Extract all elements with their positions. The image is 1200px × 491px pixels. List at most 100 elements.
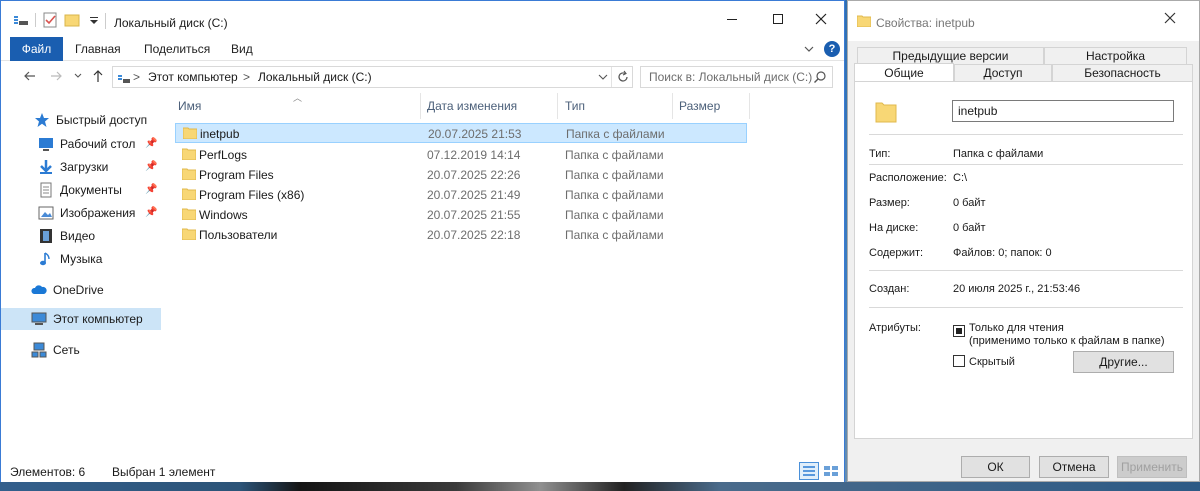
- window-title: Локальный диск (C:): [114, 16, 228, 30]
- breadcrumb-local-disk[interactable]: Локальный диск (C:): [258, 70, 372, 84]
- tab-home[interactable]: Главная: [75, 37, 121, 61]
- table-row[interactable]: Windows 20.07.2025 21:55 Папка с файлами: [175, 205, 747, 225]
- table-row[interactable]: PerfLogs 07.12.2019 14:14 Папка с файлам…: [175, 145, 747, 165]
- readonly-checkbox[interactable]: [953, 325, 965, 337]
- navigation-pane: Быстрый доступ Рабочий стол 📌 Загрузки 📌…: [1, 93, 161, 458]
- properties-dialog: Свойства: inetpub Предыдущие версии Наст…: [847, 0, 1200, 482]
- general-tab-panel: inetpub Тип: Папка с файлами Расположени…: [854, 81, 1193, 439]
- tab-share[interactable]: Поделиться: [144, 37, 210, 61]
- table-row[interactable]: Program Files (x86) 20.07.2025 21:49 Пап…: [175, 185, 747, 205]
- minimize-button[interactable]: [709, 1, 755, 37]
- close-button[interactable]: [798, 1, 844, 37]
- column-header-type[interactable]: Тип: [558, 93, 673, 119]
- maximize-button[interactable]: [755, 1, 801, 37]
- sidebar-item-label: Загрузки: [60, 160, 109, 174]
- minimize-icon: [727, 19, 737, 20]
- sidebar-item-this-pc[interactable]: Этот компьютер: [1, 308, 161, 330]
- pin-icon[interactable]: 📌: [145, 161, 157, 172]
- pin-icon[interactable]: 📌: [145, 207, 157, 218]
- large-icons-view-button[interactable]: [821, 462, 841, 480]
- properties-icon[interactable]: [42, 12, 58, 28]
- recent-locations-icon[interactable]: [73, 69, 83, 86]
- file-type: Папка с файлами: [565, 228, 664, 242]
- cloud-icon: [31, 282, 47, 298]
- sidebar-item-documents[interactable]: Документы 📌: [1, 179, 161, 201]
- close-icon: [815, 13, 827, 25]
- sidebar-item-label: Видео: [60, 229, 96, 243]
- refresh-icon[interactable]: [616, 70, 630, 84]
- hidden-checkbox[interactable]: [953, 355, 965, 367]
- sidebar-item-network[interactable]: Сеть: [1, 339, 161, 361]
- close-icon: [1164, 12, 1176, 24]
- search-input[interactable]: Поиск в: Локальный диск (C:): [640, 66, 833, 88]
- column-header-size[interactable]: Размер: [672, 93, 750, 119]
- apply-button[interactable]: Применить: [1117, 456, 1187, 478]
- folder-icon: [182, 208, 196, 220]
- details-view-button[interactable]: [799, 462, 819, 480]
- explorer-icon[interactable]: [13, 12, 29, 28]
- tab-file[interactable]: Файл: [10, 37, 63, 61]
- file-date: 07.12.2019 14:14: [427, 148, 521, 162]
- tab-customize[interactable]: Настройка: [1044, 47, 1187, 64]
- search-icon: [814, 71, 826, 83]
- sidebar-item-downloads[interactable]: Загрузки 📌: [1, 156, 161, 178]
- expand-ribbon-icon[interactable]: [804, 45, 814, 53]
- table-row[interactable]: Program Files 20.07.2025 22:26 Папка с ф…: [175, 165, 747, 185]
- created-label: Создан:: [869, 283, 910, 295]
- status-items-count: Элементов: 6: [10, 465, 86, 479]
- tab-security[interactable]: Безопасность: [1052, 64, 1193, 81]
- sidebar-item-onedrive[interactable]: OneDrive: [1, 279, 161, 301]
- video-icon: [38, 228, 54, 244]
- new-folder-icon[interactable]: [64, 12, 80, 28]
- tab-sharing[interactable]: Доступ: [954, 64, 1052, 81]
- attributes-label: Атрибуты:: [869, 322, 921, 334]
- type-value: Папка с файлами: [953, 148, 1044, 160]
- table-row[interactable]: Пользователи 20.07.2025 22:18 Папка с фа…: [175, 225, 747, 245]
- cancel-button[interactable]: Отмена: [1039, 456, 1109, 478]
- table-row[interactable]: inetpub 20.07.2025 21:53 Папка с файлами: [175, 123, 747, 143]
- sidebar-item-label: Сеть: [53, 343, 80, 357]
- sidebar-item-quick-access[interactable]: Быстрый доступ: [1, 109, 161, 131]
- column-header-date[interactable]: Дата изменения: [420, 93, 558, 119]
- title-separator: [105, 13, 106, 29]
- tab-previous-versions[interactable]: Предыдущие версии: [857, 47, 1044, 64]
- sidebar-item-label: Быстрый доступ: [56, 113, 148, 127]
- tab-view[interactable]: Вид: [231, 37, 253, 61]
- address-dropdown-icon[interactable]: [598, 73, 608, 81]
- file-list: ︿ Имя Дата изменения Тип Размер inetpub …: [161, 93, 844, 458]
- quick-access-toolbar: [13, 11, 108, 29]
- sidebar-item-videos[interactable]: Видео: [1, 225, 161, 247]
- contains-label: Содержит:: [869, 247, 924, 259]
- pin-icon[interactable]: 📌: [145, 138, 157, 149]
- sidebar-item-desktop[interactable]: Рабочий стол 📌: [1, 133, 161, 155]
- file-name: Program Files: [199, 168, 274, 182]
- help-icon[interactable]: ?: [824, 41, 840, 57]
- explorer-window: Локальный диск (C:) Файл Главная Поделит…: [0, 0, 845, 482]
- other-attributes-button[interactable]: Другие...: [1073, 351, 1174, 373]
- file-date: 20.07.2025 22:18: [427, 228, 521, 242]
- customize-toolbar-icon[interactable]: [86, 12, 102, 28]
- sidebar-item-label: OneDrive: [53, 283, 104, 297]
- forward-icon[interactable]: [49, 69, 63, 86]
- pin-icon[interactable]: 📌: [145, 184, 157, 195]
- back-icon[interactable]: [23, 69, 37, 86]
- column-header-name[interactable]: Имя: [171, 93, 421, 119]
- address-bar[interactable]: > Этот компьютер > Локальный диск (C:): [112, 66, 633, 88]
- breadcrumb-this-pc[interactable]: Этот компьютер: [148, 70, 238, 84]
- folder-icon: [182, 168, 196, 180]
- ok-button[interactable]: ОК: [961, 456, 1030, 478]
- contains-value: Файлов: 0; папок: 0: [953, 247, 1052, 259]
- tab-general[interactable]: Общие: [854, 63, 954, 83]
- divider: [869, 270, 1183, 271]
- location-label: Расположение:: [869, 172, 947, 184]
- maximize-icon: [773, 14, 783, 24]
- dialog-close-button[interactable]: [1164, 11, 1176, 29]
- folder-name-input[interactable]: inetpub: [952, 100, 1174, 122]
- documents-icon: [38, 182, 54, 198]
- sidebar-item-pictures[interactable]: Изображения 📌: [1, 202, 161, 224]
- up-icon[interactable]: [91, 69, 105, 86]
- sidebar-item-music[interactable]: Музыка: [1, 248, 161, 270]
- divider: [869, 307, 1183, 308]
- details-view-icon: [803, 466, 815, 476]
- music-icon: [38, 251, 54, 267]
